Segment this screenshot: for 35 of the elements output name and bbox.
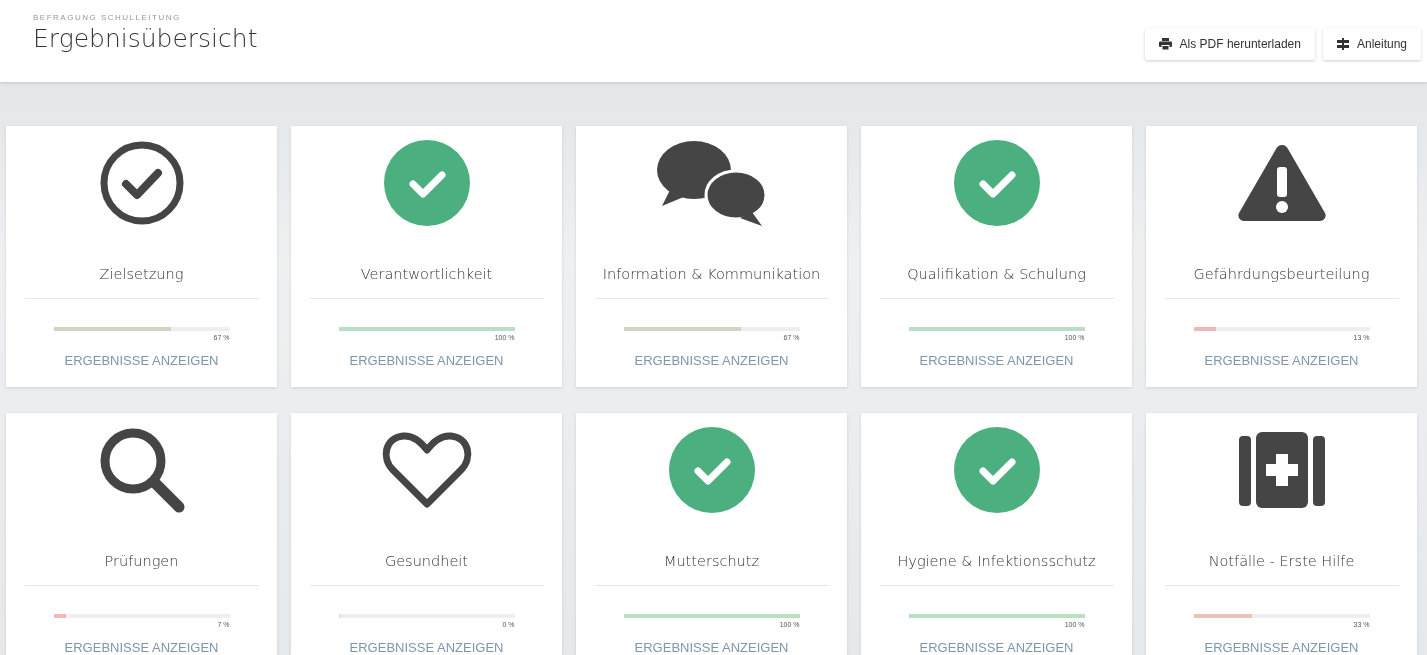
printer-icon [1158, 38, 1172, 50]
show-results-link[interactable]: ERGEBNISSE ANZEIGEN [349, 350, 504, 371]
first-aid-kit-icon [1238, 432, 1325, 508]
category-title: Gesundheit [384, 552, 469, 571]
category-title: Notfälle - Erste Hilfe [1208, 552, 1355, 571]
category-title: Verantwortlichkeit [360, 265, 493, 284]
page-subtitle: BEFRAGUNG SCHULLEITUNG [33, 12, 182, 24]
download-pdf-button[interactable]: Als PDF herunterladen [1144, 28, 1315, 60]
show-results-link[interactable]: ERGEBNISSE ANZEIGEN [349, 637, 504, 655]
category-title: Mutterschutz [663, 552, 760, 571]
check-circle-icon [953, 140, 1040, 226]
guide-button[interactable]: Anleitung [1322, 28, 1421, 60]
check-circle-icon [953, 427, 1040, 513]
category-title: Qualifikation & Schulung [907, 265, 1086, 284]
check-circle-icon [383, 140, 470, 226]
show-results-link[interactable]: ERGEBNISSE ANZEIGEN [64, 637, 219, 655]
category-title: Prüfungen [104, 552, 179, 571]
check-circle-icon [668, 427, 755, 513]
check-circle-icon [98, 140, 185, 226]
show-results-link[interactable]: ERGEBNISSE ANZEIGEN [919, 637, 1074, 655]
category-title: Zielsetzung [99, 265, 184, 284]
category-title: Hygiene & Infektionsschutz [897, 552, 1096, 571]
show-results-link[interactable]: ERGEBNISSE ANZEIGEN [1204, 350, 1359, 371]
category-title: Information & Kommunikation [602, 265, 821, 284]
heart-icon [380, 430, 473, 510]
show-results-link[interactable]: ERGEBNISSE ANZEIGEN [1204, 637, 1359, 655]
page-title: Ergebnisübersicht [33, 24, 258, 54]
show-results-link[interactable]: ERGEBNISSE ANZEIGEN [634, 350, 789, 371]
category-title: Gefährdungsbeurteilung [1193, 265, 1370, 284]
signpost-icon [1336, 38, 1349, 50]
chat-bubbles-icon [655, 140, 768, 226]
show-results-link[interactable]: ERGEBNISSE ANZEIGEN [64, 350, 219, 371]
show-results-link[interactable]: ERGEBNISSE ANZEIGEN [919, 350, 1074, 371]
warning-icon [1236, 143, 1327, 223]
show-results-link[interactable]: ERGEBNISSE ANZEIGEN [634, 637, 789, 655]
